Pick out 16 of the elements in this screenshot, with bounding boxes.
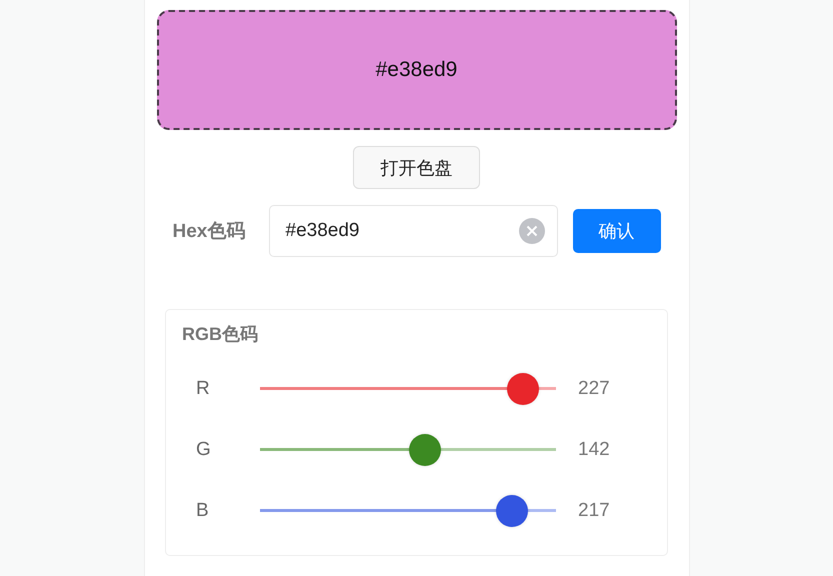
hex-value: #e38ed9 <box>286 220 360 242</box>
slider-thumb[interactable] <box>507 373 540 405</box>
hex-input-field[interactable]: #e38ed9 <box>268 205 558 257</box>
channel-value: 217 <box>578 500 610 522</box>
slider-thumb[interactable] <box>408 434 441 466</box>
channel-label: B <box>195 500 210 522</box>
confirm-button[interactable]: 确认 <box>572 209 660 253</box>
channel-label: G <box>195 438 212 460</box>
rgb-title: RGB色码 <box>182 323 259 346</box>
hex-label: Hex色码 <box>172 220 246 244</box>
channel-label: R <box>195 378 211 400</box>
channel-value: 142 <box>578 438 610 460</box>
channel-value: 227 <box>578 378 610 400</box>
open-palette-button[interactable]: 打开色盘 <box>353 146 480 189</box>
slider-thumb[interactable] <box>496 495 528 527</box>
swatch-label: #e38ed9 <box>376 58 458 82</box>
